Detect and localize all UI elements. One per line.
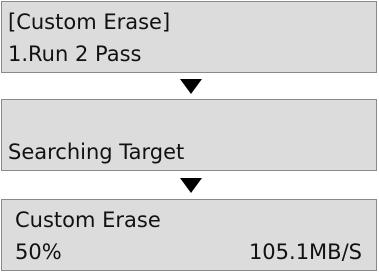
lcd-screen-searching: Searching Target (1, 99, 377, 171)
menu-title: [Custom Erase] (8, 10, 171, 34)
down-triangle-icon (180, 79, 202, 94)
lcd-screen-erase-progress: Custom Erase 50% 105.1MB/S (1, 199, 377, 271)
lcd-screen-custom-erase-menu: [Custom Erase] 1.Run 2 Pass (1, 1, 377, 73)
down-triangle-icon (180, 178, 202, 193)
status-message: Searching Target (8, 140, 185, 164)
transfer-speed: 105.1MB/S (248, 240, 362, 264)
progress-title: Custom Erase (15, 208, 161, 232)
progress-percent: 50% (15, 240, 62, 264)
menu-option: 1.Run 2 Pass (8, 42, 142, 66)
